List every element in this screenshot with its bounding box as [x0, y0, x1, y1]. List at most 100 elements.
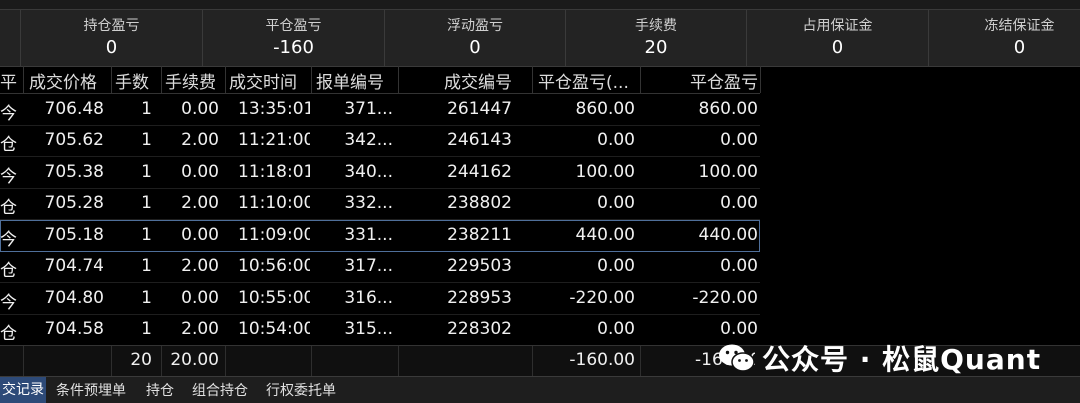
totals-divider: [225, 346, 226, 376]
stat-value: 0: [469, 37, 481, 58]
cell-type: 仓: [0, 135, 17, 155]
cell-close-pnl-1: 440.00: [575, 225, 635, 245]
col-divider: [311, 66, 312, 93]
table-row[interactable]: 今 705.38 1 0.00 11:18:01 340... 244162 1…: [0, 157, 760, 189]
stat-used-margin: 占用保证金 0: [747, 10, 929, 66]
cell-fee: 0.00: [181, 225, 219, 245]
col-divider: [760, 66, 761, 93]
cell-order-id: 371...: [344, 99, 393, 119]
col-header-type[interactable]: 平: [0, 68, 22, 93]
cell-qty: 1: [141, 225, 152, 245]
cell-fee: 2.00: [181, 130, 219, 150]
cell-trade-id: 244162: [447, 162, 512, 182]
cell-trade-id: 228953: [447, 288, 512, 308]
stat-label: 手续费: [635, 18, 677, 34]
cell-close-pnl-1: 0.00: [597, 319, 635, 339]
tab-conditional-orders[interactable]: 条件预埋单: [56, 380, 126, 400]
top-strip: [0, 0, 1080, 9]
col-header-price[interactable]: 成交价格: [29, 68, 109, 93]
col-header-close-pnl-2[interactable]: 平仓盈亏: [642, 68, 758, 93]
stat-position-pnl: 持仓盈亏 0: [21, 10, 203, 66]
total-qty: 20: [130, 350, 152, 370]
stat-commission: 手续费 20: [566, 10, 747, 66]
tab-positions[interactable]: 持仓: [146, 380, 174, 400]
cell-time: 11:21:00: [238, 130, 310, 150]
cell-price: 705.62: [44, 130, 104, 150]
cell-price: 704.74: [44, 256, 104, 276]
col-divider: [225, 66, 226, 93]
cell-qty: 1: [141, 130, 152, 150]
total-close-pnl-1: -160.00: [569, 350, 635, 370]
col-header-time[interactable]: 成交时间: [229, 68, 307, 93]
cell-fee: 2.00: [181, 256, 219, 276]
tab-trade-records[interactable]: 交记录: [0, 377, 46, 403]
cell-order-id: 316...: [344, 288, 393, 308]
cell-trade-id: 238802: [447, 193, 512, 213]
table-row[interactable]: 今 706.48 1 0.00 13:35:01 371... 261447 8…: [0, 94, 760, 126]
col-header-trade-id[interactable]: 成交编号: [400, 68, 512, 93]
bottom-tab-bar: 交记录 条件预埋单 持仓 组合持仓 行权委托单: [0, 376, 1080, 403]
cell-trade-id: 238211: [447, 225, 512, 245]
summary-left-edge: [0, 10, 21, 66]
cell-qty: 1: [141, 162, 152, 182]
cell-qty: 1: [141, 99, 152, 119]
totals-divider: [398, 346, 399, 376]
cell-close-pnl-2: 0.00: [720, 319, 758, 339]
table-row[interactable]: 仓 705.62 1 2.00 11:21:00 342... 246143 0…: [0, 125, 760, 157]
cell-time: 13:35:01: [238, 99, 310, 119]
cell-type: 今: [0, 167, 17, 187]
cell-order-id: 332...: [344, 193, 393, 213]
cell-trade-id: 228302: [447, 319, 512, 339]
wechat-icon: [718, 343, 756, 373]
col-divider: [640, 66, 641, 93]
cell-fee: 0.00: [181, 288, 219, 308]
stat-label: 浮动盈亏: [447, 18, 503, 34]
cell-price: 706.48: [44, 99, 104, 119]
trade-table-header: 平 成交价格 手数 手续费 成交时间 报单编号 成交编号 平仓盈亏(... 平仓…: [0, 66, 760, 94]
stat-value: 0: [1013, 37, 1026, 58]
table-row[interactable]: 仓 705.28 1 2.00 11:10:00 332... 238802 0…: [0, 188, 760, 220]
cell-type: 仓: [0, 324, 17, 344]
cell-close-pnl-1: -220.00: [569, 288, 635, 308]
cell-close-pnl-2: 0.00: [720, 193, 758, 213]
watermark: 公众号 · 松鼠Quant: [718, 338, 1041, 378]
cell-price: 704.80: [44, 288, 104, 308]
stat-frozen-margin: 冻结保证金 0: [929, 10, 1080, 66]
total-fee: 20.00: [170, 350, 219, 370]
table-row[interactable]: 仓 704.58 1 2.00 10:54:00 315... 228302 0…: [0, 314, 760, 346]
table-row-selected[interactable]: 今 705.18 1 0.00 11:09:00 331... 238211 4…: [0, 220, 760, 252]
tab-exercise-orders[interactable]: 行权委托单: [266, 380, 336, 400]
cell-type: 今: [0, 230, 17, 250]
stat-value: 0: [105, 37, 118, 58]
cell-time: 10:56:00: [238, 256, 310, 276]
cell-time: 10:55:00: [238, 288, 310, 308]
stat-label: 占用保证金: [802, 18, 873, 34]
totals-divider: [23, 346, 24, 376]
cell-close-pnl-2: -220.00: [692, 288, 758, 308]
cell-close-pnl-2: 0.00: [720, 256, 758, 276]
cell-order-id: 331...: [344, 225, 393, 245]
table-row[interactable]: 今 704.80 1 0.00 10:55:00 316... 228953 -…: [0, 283, 760, 315]
col-divider: [532, 66, 533, 93]
watermark-text: 公众号 · 松鼠Quant: [762, 343, 1042, 376]
stat-close-pnl: 平仓盈亏 -160: [203, 10, 385, 66]
col-header-close-pnl-1[interactable]: 平仓盈亏(...: [538, 68, 638, 93]
cell-close-pnl-1: 0.00: [597, 256, 635, 276]
cell-close-pnl-2: 860.00: [698, 99, 758, 119]
cell-order-id: 340...: [344, 162, 393, 182]
stat-label: 冻结保证金: [984, 18, 1055, 34]
col-header-qty[interactable]: 手数: [115, 68, 159, 93]
account-summary-bar: 持仓盈亏 0 平仓盈亏 -160 浮动盈亏 0 手续费 20 占用保证金 0 冻…: [0, 9, 1080, 67]
cell-type: 仓: [0, 198, 17, 218]
cell-type: 今: [0, 104, 17, 124]
col-header-order-id[interactable]: 报单编号: [316, 68, 396, 93]
totals-divider: [311, 346, 312, 376]
col-divider: [398, 66, 399, 93]
cell-close-pnl-2: 0.00: [720, 130, 758, 150]
tab-combo-positions[interactable]: 组合持仓: [192, 380, 248, 400]
cell-order-id: 342...: [344, 130, 393, 150]
stat-value: -160: [273, 37, 314, 58]
table-row[interactable]: 仓 704.74 1 2.00 10:56:00 317... 229503 0…: [0, 251, 760, 283]
cell-type: 仓: [0, 261, 17, 281]
col-header-fee[interactable]: 手续费: [165, 68, 223, 93]
